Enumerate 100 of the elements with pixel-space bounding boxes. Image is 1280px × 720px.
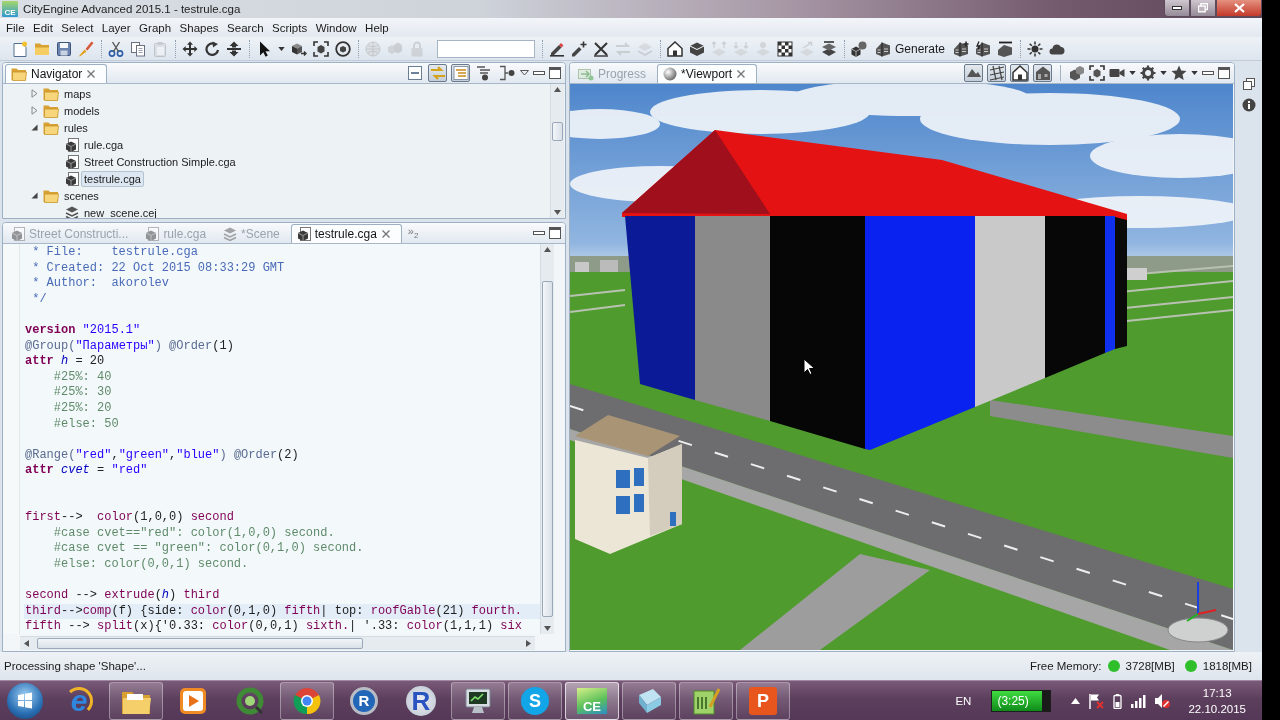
- toggle-button[interactable]: [497, 64, 516, 82]
- taskbar-button[interactable]: R: [394, 681, 448, 720]
- maximize-icon[interactable]: [1218, 67, 1230, 79]
- toggle-button[interactable]: [428, 64, 447, 82]
- panel-tab[interactable]: Navigator: [5, 64, 108, 83]
- tree-item[interactable]: scenes: [61, 187, 102, 204]
- search-field[interactable]: [437, 39, 535, 58]
- minimize-button[interactable]: [1164, 0, 1190, 17]
- speaker-muted-icon[interactable]: [1154, 692, 1171, 709]
- toggle-button[interactable]: [987, 64, 1006, 82]
- outline-triangle-icon[interactable]: [31, 106, 38, 115]
- building-bar-icon[interactable]: [997, 40, 1014, 57]
- menu-item[interactable]: Scripts: [272, 21, 308, 34]
- city-scene-drawing[interactable]: [570, 84, 1233, 650]
- restore-button[interactable]: [1190, 0, 1216, 17]
- close-button[interactable]: [1216, 0, 1262, 17]
- scroll-down-icon[interactable]: [554, 210, 561, 215]
- flag-x-icon[interactable]: [1088, 692, 1105, 709]
- frame-cube-icon[interactable]: [1089, 65, 1105, 81]
- move-icon[interactable]: [182, 40, 198, 57]
- info-icon[interactable]: [1242, 98, 1256, 112]
- scroll-left-icon[interactable]: [24, 640, 29, 647]
- checker-icon[interactable]: [777, 40, 793, 57]
- scroll-down-icon[interactable]: [544, 626, 551, 631]
- filled-triangle-icon[interactable]: [31, 124, 38, 131]
- scrollbar-thumb[interactable]: [542, 281, 553, 617]
- toggle-button[interactable]: [474, 64, 493, 82]
- sun-icon[interactable]: [1027, 40, 1044, 57]
- clock-date[interactable]: 22.10.2015: [1188, 700, 1246, 717]
- rotate-icon[interactable]: [204, 40, 220, 57]
- scrollbar-thumb[interactable]: [552, 122, 563, 141]
- taskbar-button[interactable]: [622, 681, 676, 720]
- battery-icon[interactable]: [1112, 692, 1124, 709]
- clock-time[interactable]: 17:13: [1202, 684, 1232, 701]
- tree-item[interactable]: maps: [61, 85, 94, 102]
- house-icon[interactable]: [667, 40, 683, 57]
- toggle-button[interactable]: [405, 64, 424, 82]
- tree-item[interactable]: testrule.cga: [81, 170, 144, 187]
- signal-bars-icon[interactable]: [1131, 693, 1147, 708]
- tab-overflow[interactable]: »$_{2}$: [401, 225, 425, 241]
- filled-triangle-icon[interactable]: [31, 192, 38, 199]
- menu-item[interactable]: Help: [365, 21, 389, 34]
- tree-item[interactable]: rule.cga: [81, 136, 127, 153]
- restore-icon[interactable]: [1243, 78, 1255, 90]
- minimize-icon[interactable]: [533, 71, 545, 75]
- menu-item[interactable]: Window: [315, 21, 357, 34]
- panel-tab[interactable]: testrule.cga: [290, 224, 402, 243]
- tree-item[interactable]: Street Construction Simple.cga: [81, 153, 239, 170]
- menu-item[interactable]: Layer: [101, 21, 131, 34]
- start-button[interactable]: [7, 682, 43, 719]
- caret-icon[interactable]: [278, 46, 285, 51]
- copy-icon[interactable]: [130, 40, 146, 57]
- vertical-scrollbar[interactable]: [540, 244, 554, 634]
- up-arrow-icon[interactable]: [1071, 697, 1081, 704]
- taskbar-button[interactable]: [280, 681, 334, 720]
- horizontal-scrollbar[interactable]: [20, 636, 535, 650]
- cube-sphere-icon[interactable]: [851, 40, 867, 57]
- menu-item[interactable]: Graph: [139, 21, 172, 34]
- close-icon[interactable]: [736, 69, 747, 79]
- close-icon[interactable]: [86, 69, 97, 79]
- pencil-plus-icon[interactable]: [571, 40, 587, 57]
- maximize-icon[interactable]: [549, 227, 561, 239]
- menu-item[interactable]: Shapes: [179, 21, 219, 34]
- new-file-icon[interactable]: [12, 40, 28, 57]
- box-icon[interactable]: [689, 40, 705, 57]
- scroll-up-icon[interactable]: [554, 87, 561, 92]
- scale-icon[interactable]: [226, 40, 242, 57]
- taskbar-button[interactable]: [451, 681, 505, 720]
- caret-icon[interactable]: [1160, 71, 1167, 75]
- save-icon[interactable]: [56, 40, 72, 57]
- taskbar-button[interactable]: [109, 681, 163, 720]
- close-icon[interactable]: [380, 229, 391, 239]
- generate-button[interactable]: Generate: [873, 39, 948, 58]
- menu-item[interactable]: Edit: [33, 21, 53, 34]
- taskbar-button[interactable]: R: [337, 681, 391, 720]
- menu-item[interactable]: Select: [61, 21, 94, 34]
- language-indicator[interactable]: EN: [955, 694, 972, 707]
- brush-icon[interactable]: [78, 40, 94, 57]
- scissors-icon[interactable]: [108, 40, 124, 57]
- layers-plane-icon[interactable]: [821, 40, 837, 57]
- outline-triangle-icon[interactable]: [31, 89, 38, 98]
- toggle-button[interactable]: [451, 64, 470, 82]
- target-icon[interactable]: [335, 40, 351, 57]
- maximize-icon[interactable]: [549, 67, 561, 79]
- star-icon[interactable]: [1171, 65, 1187, 81]
- tree-item[interactable]: rules: [61, 119, 91, 136]
- scrollbar-thumb[interactable]: [37, 638, 363, 649]
- tree-item[interactable]: models: [61, 102, 103, 119]
- menu-item[interactable]: File: [6, 21, 25, 34]
- scroll-right-icon[interactable]: [526, 640, 531, 647]
- minimize-icon[interactable]: [1202, 71, 1214, 75]
- toggle-button[interactable]: [964, 64, 983, 82]
- scroll-up-icon[interactable]: [544, 247, 551, 252]
- tree-item[interactable]: new_scene.cej: [81, 204, 160, 218]
- pencil-icon[interactable]: [549, 40, 565, 57]
- view-menu-icon[interactable]: [520, 70, 529, 76]
- menu-item[interactable]: Search: [227, 21, 264, 34]
- toggle-button[interactable]: [1033, 64, 1052, 82]
- gear-icon[interactable]: [1140, 65, 1156, 81]
- toggle-button[interactable]: [1010, 64, 1029, 82]
